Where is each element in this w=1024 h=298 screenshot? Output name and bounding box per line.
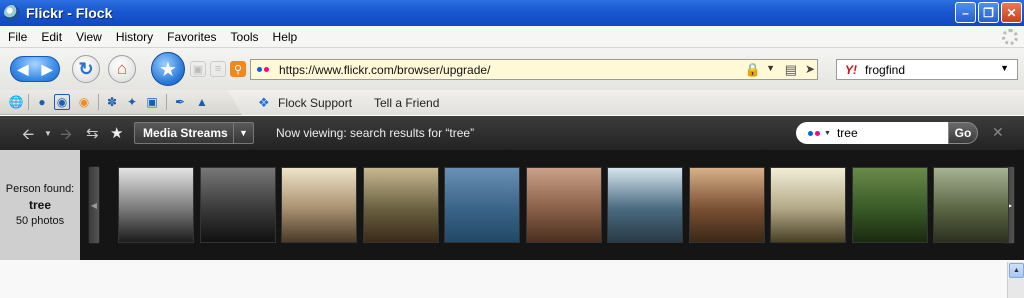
star-favorites-button[interactable]: ★ xyxy=(151,52,185,86)
share-icon[interactable]: ✦ xyxy=(124,94,140,110)
back-forward-button[interactable]: ◀ ▶ xyxy=(10,56,60,82)
navigation-toolbar: ◀ ▶ ↻ ⌂ ★ ▣ ≡ ⚲ https://www.flickr.com/b… xyxy=(0,48,1024,90)
toolbar-separator xyxy=(98,94,99,110)
title-bar: Flickr - Flock – ❐ ✕ xyxy=(0,0,1024,26)
toolbar-separator xyxy=(166,94,167,110)
close-media-bar-icon[interactable]: ✕ xyxy=(992,124,1004,141)
bookmarks-toolbar: 🌐 ● ◉ ◉ ✽ ✦ ▣ ✒ ▲ ❖ Flock Support Tell a… xyxy=(0,90,1024,115)
reload-button[interactable]: ↻ xyxy=(72,55,100,83)
page-feed-icon[interactable]: ▤ xyxy=(785,62,797,78)
media-search-input[interactable]: ▼ tree xyxy=(796,122,948,144)
lock-icon[interactable]: 🔒 xyxy=(745,62,761,78)
window-title: Flickr - Flock xyxy=(26,5,113,21)
photo-thumbnail-fairy-tale-painting[interactable] xyxy=(362,167,439,243)
globe-icon[interactable]: 🌐 xyxy=(8,94,24,110)
photo-thumbnail-lone-tree-sepia[interactable] xyxy=(770,167,846,243)
throbber-icon xyxy=(1002,29,1018,45)
media-search-value[interactable]: tree xyxy=(837,126,858,140)
media-streams-label: Media Streams xyxy=(143,126,228,140)
person-found-label: Person found: xyxy=(5,183,75,195)
media-forward-icon[interactable]: 🡪 xyxy=(60,124,72,149)
photo-thumbnail-forest-path[interactable] xyxy=(688,167,765,243)
scroll-up-arrow-icon[interactable]: ▲ xyxy=(1009,263,1024,278)
media-strip: Person found: tree 50 photos ◀ ▶ xyxy=(0,150,1024,260)
media-back-icon[interactable]: 🡨 xyxy=(22,124,34,149)
photo-thumbnail-misty-forest-bw[interactable] xyxy=(118,167,194,243)
camera-upload-icon[interactable]: ▣ xyxy=(190,61,206,77)
bookmark-flock-support[interactable]: Flock Support xyxy=(278,96,352,110)
photo-thumbnail-rackham-illustration[interactable] xyxy=(281,167,357,243)
media-search-go-button[interactable]: Go xyxy=(948,122,978,144)
bookmark-tell-a-friend[interactable]: Tell a Friend xyxy=(374,96,439,110)
close-window-button[interactable]: ✕ xyxy=(1001,2,1022,23)
photo-thumbnail-green-lane[interactable] xyxy=(851,167,928,243)
window-controls: – ❐ ✕ xyxy=(955,2,1022,23)
page-content xyxy=(0,260,1024,298)
menu-file[interactable]: File xyxy=(0,30,34,44)
now-viewing-text: Now viewing: search results for “tree” xyxy=(276,126,475,140)
scroll-left-button[interactable]: ◀ xyxy=(88,166,100,244)
flock-support-icon: ❖ xyxy=(258,95,270,110)
flickr-favicon-icon xyxy=(257,67,269,72)
toolbar-separator xyxy=(28,94,29,110)
person-name[interactable]: tree xyxy=(29,198,51,212)
flock-app-icon xyxy=(4,5,20,21)
flickr-search-engine-icon[interactable]: ▼ xyxy=(808,130,831,137)
media-streams-button[interactable]: Media Streams ▼ xyxy=(134,122,254,144)
search-bar[interactable]: Y! frogfind ▼ xyxy=(836,59,1018,80)
media-bar: 🡨 ▼ 🡪 ⇆ ★ Media Streams ▼ Now viewing: s… xyxy=(0,116,1024,150)
media-refresh-icon[interactable]: ⇆ xyxy=(86,124,99,142)
media-streams-dropdown-icon[interactable]: ▼ xyxy=(233,123,253,143)
photo-thumbnail-kayak-on-water[interactable] xyxy=(444,167,520,243)
people-icon[interactable]: ● xyxy=(34,94,50,110)
menu-tools[interactable]: Tools xyxy=(224,30,266,44)
go-arrow-icon[interactable]: ➤ xyxy=(805,62,815,76)
photo-thumbnail-autumn-woods[interactable] xyxy=(525,167,602,243)
photo-thumbnail-dark-forest[interactable] xyxy=(199,167,276,243)
blog-editor-icon[interactable]: ✒ xyxy=(172,94,188,110)
person-found-panel: Person found: tree 50 photos xyxy=(0,150,80,260)
media-star-icon[interactable]: ★ xyxy=(110,124,123,142)
url-dropdown-icon[interactable]: ▼ xyxy=(766,63,775,73)
media-back-dropdown-icon[interactable]: ▼ xyxy=(44,129,52,138)
favorites-icon[interactable]: ✽ xyxy=(104,94,120,110)
home-button[interactable]: ⌂ xyxy=(108,55,136,83)
forward-arrow-icon[interactable]: ▶ xyxy=(42,61,53,78)
photo-thumbnail-woodland-trees[interactable] xyxy=(933,167,1009,243)
menu-history[interactable]: History xyxy=(109,30,160,44)
menu-edit[interactable]: Edit xyxy=(34,30,69,44)
search-input-value[interactable]: frogfind xyxy=(865,63,905,77)
photo-count: 50 photos xyxy=(15,215,65,227)
feeds-icon[interactable]: ◉ xyxy=(76,94,92,110)
address-bar[interactable]: https://www.flickr.com/browser/upgrade/ … xyxy=(250,59,818,80)
restore-button[interactable]: ❐ xyxy=(978,2,999,23)
media-icon[interactable]: ◉ xyxy=(54,94,70,110)
back-arrow-icon[interactable]: ◀ xyxy=(18,61,29,78)
minimize-button[interactable]: – xyxy=(955,2,976,23)
menu-help[interactable]: Help xyxy=(266,30,305,44)
page-scrollbar[interactable]: ▲ xyxy=(1007,262,1024,298)
menu-view[interactable]: View xyxy=(69,30,109,44)
yahoo-search-engine-icon[interactable]: Y! xyxy=(845,63,857,77)
menu-bar: File Edit View History Favorites Tools H… xyxy=(0,26,1024,48)
web-clipboard-icon[interactable]: ⚲ xyxy=(230,61,246,77)
url-text[interactable]: https://www.flickr.com/browser/upgrade/ xyxy=(279,63,490,77)
search-dropdown-icon[interactable]: ▼ xyxy=(1000,63,1009,73)
clipboard-icon[interactable]: ▣ xyxy=(144,94,160,110)
rss-feed-icon[interactable]: ≡ xyxy=(210,61,226,77)
menu-favorites[interactable]: Favorites xyxy=(160,30,223,44)
upload-icon[interactable]: ▲ xyxy=(194,94,210,110)
photo-thumbnail-ferry-harbor[interactable] xyxy=(607,167,683,243)
